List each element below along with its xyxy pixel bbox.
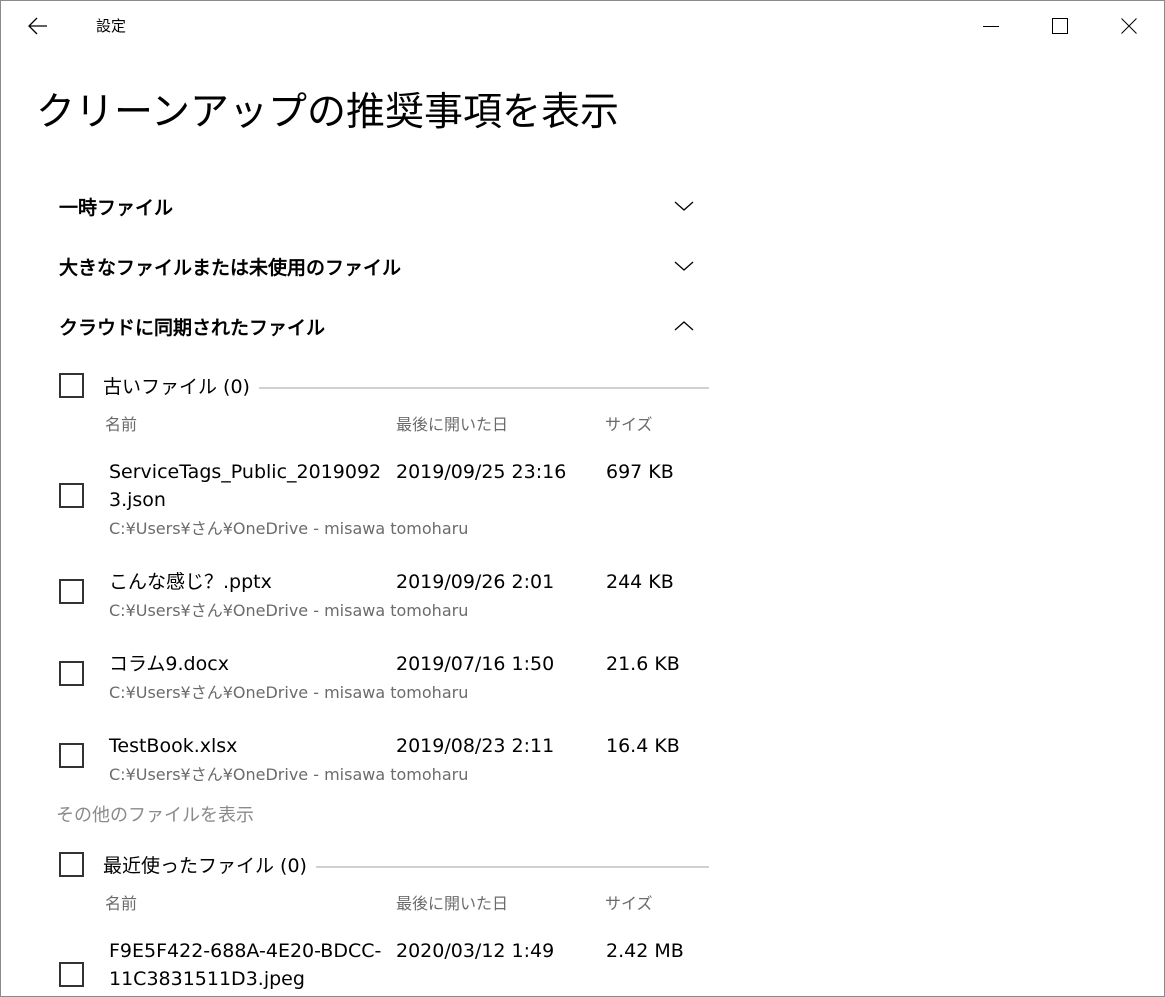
file-last-opened: 2019/07/16 1:50 [396,653,555,675]
back-button[interactable] [19,9,57,43]
close-button[interactable] [1095,5,1163,47]
old-files-group-header: 古いファイル (0) [59,369,709,401]
minimize-icon [983,26,999,27]
group-divider [258,387,709,389]
section-large-unused-files[interactable]: 大きなファイルまたは未使用のファイル [59,246,709,286]
settings-window: 設定 クリーンアップの推奨事項を表示 一時ファイル 大きなファイルまたは未使用の… [0,0,1165,997]
file-name: F9E5F422-688A-4E20-BDCC-11C3831511D3.jpe… [109,940,382,990]
chevron-down-icon [674,261,694,271]
file-name: こんな感じ？.pptx [109,571,272,593]
file-size: 244 KB [606,571,674,593]
recent-files-group-label: 最近使ったファイル (0) [103,854,307,877]
window-title: 設定 [96,17,127,35]
file-name: コラム9.docx [109,653,229,675]
file-name: ServiceTags_Public_20190923.json [109,461,382,511]
back-arrow-icon [28,17,47,35]
file-name: TestBook.xlsx [109,735,238,757]
section-temp-files[interactable]: 一時ファイル [59,186,709,226]
maximize-button[interactable] [1026,5,1094,47]
group-divider [315,866,709,868]
file-row-checkbox[interactable] [59,743,84,768]
column-header-name: 名前 [105,894,138,913]
file-last-opened: 2019/09/26 2:01 [396,571,555,593]
old-files-group-label: 古いファイル (0) [103,375,250,398]
file-last-opened: 2020/03/12 1:49 [396,940,555,962]
file-path: C:¥Users¥さん¥OneDrive - misawa tomoharu [109,601,469,620]
column-header-last-opened: 最後に開いた日 [396,894,509,913]
column-header-last-opened: 最後に開いた日 [396,415,509,434]
column-header-size: サイズ [605,415,653,434]
section-label: 大きなファイルまたは未使用のファイル [59,256,402,279]
old-files-select-all-checkbox[interactable] [59,372,84,398]
file-row-checkbox[interactable] [59,579,84,604]
section-label: クラウドに同期されたファイル [59,316,326,339]
section-cloud-synced-files[interactable]: クラウドに同期されたファイル [59,306,709,346]
file-size: 697 KB [606,461,674,483]
file-size: 16.4 KB [606,735,680,757]
column-header-size: サイズ [605,894,653,913]
page-title: クリーンアップの推奨事項を表示 [36,90,620,135]
file-row-checkbox[interactable] [59,962,84,987]
file-size: 21.6 KB [606,653,680,675]
recent-files-group-header: 最近使ったファイル (0) [59,848,709,880]
file-path: C:¥Users¥さん¥OneDrive - misawa tomoharu [109,683,469,702]
column-header-name: 名前 [105,415,138,434]
chevron-up-icon [674,321,694,331]
file-path: C:¥Users¥さん¥OneDrive - misawa tomoharu [109,765,469,784]
recent-files-select-all-checkbox[interactable] [59,851,84,877]
file-last-opened: 2019/08/23 2:11 [396,735,555,757]
title-bar: 設定 [1,1,1164,51]
chevron-down-icon [674,201,694,211]
close-icon [1121,18,1137,34]
file-size: 2.42 MB [606,940,684,962]
file-row-checkbox[interactable] [59,661,84,686]
file-path: C:¥Users¥さん¥OneDrive - misawa tomoharu [109,519,469,538]
minimize-button[interactable] [957,5,1025,47]
maximize-icon [1052,18,1068,34]
section-label: 一時ファイル [59,196,174,219]
file-row-checkbox[interactable] [59,483,84,508]
file-last-opened: 2019/09/25 23:16 [396,461,567,483]
show-more-files-link[interactable]: その他のファイルを表示 [56,801,254,827]
